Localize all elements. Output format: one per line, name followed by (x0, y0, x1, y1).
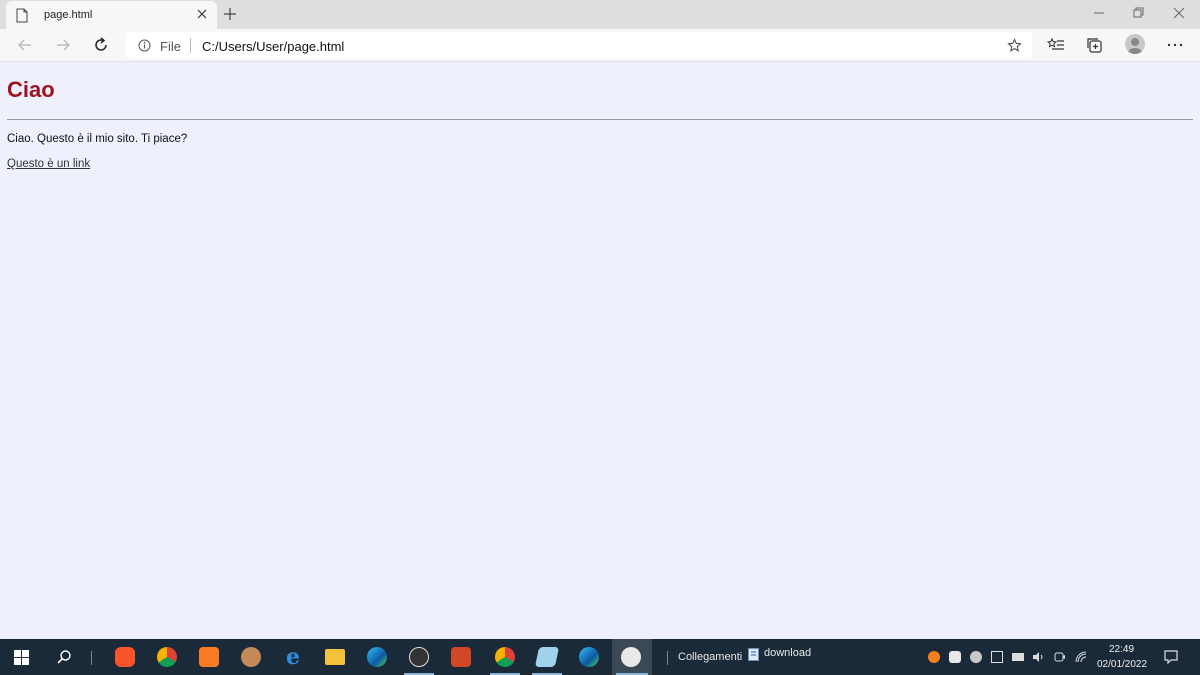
title-bar: page.html (0, 0, 1200, 29)
file-explorer-icon (325, 649, 345, 665)
battery-icon[interactable] (1012, 653, 1024, 661)
taskbar-brave[interactable] (106, 639, 144, 675)
shield-icon[interactable] (949, 651, 961, 663)
tray-app-icon[interactable] (928, 651, 940, 663)
xampp-icon (199, 647, 219, 667)
page-viewport: Ciao Ciao. Questo è il mio sito. Ti piac… (0, 62, 1200, 639)
input-method-icon[interactable] (991, 651, 1003, 663)
windows-taskbar: e Collegamenti download (0, 639, 1200, 675)
brave-icon (115, 647, 135, 667)
edge-icon (367, 647, 387, 667)
w-app-icon (409, 647, 429, 667)
tab-title: page.html (44, 9, 93, 21)
windows-logo-icon (14, 650, 29, 665)
web-icon (241, 647, 261, 667)
taskbar-toolbar-download[interactable]: download (764, 647, 811, 659)
user-icon (1128, 38, 1142, 54)
forward-arrow-icon[interactable] (54, 36, 72, 54)
more-options-icon[interactable] (1166, 36, 1184, 54)
search-icon (57, 650, 71, 664)
restore-icon[interactable] (1132, 6, 1146, 20)
close-window-icon[interactable] (1172, 6, 1186, 20)
volume-icon[interactable] (1032, 651, 1044, 663)
address-scheme: File (160, 39, 181, 54)
w-tray-icon[interactable] (970, 651, 982, 663)
start-button[interactable] (2, 639, 40, 675)
meet-now-icon[interactable] (1054, 651, 1066, 663)
page-heading: Ciao (7, 77, 55, 102)
browser-toolbar: File C:/Users/User/page.html (0, 29, 1200, 62)
taskbar-xampp[interactable] (190, 639, 228, 675)
minimize-icon[interactable] (1092, 6, 1106, 20)
page-link[interactable]: Questo è un link (7, 158, 90, 170)
powerpoint-icon (451, 647, 471, 667)
chrome-icon (157, 647, 177, 667)
taskbar-internet-explorer[interactable]: e (274, 639, 312, 675)
close-tab-icon[interactable] (195, 7, 209, 21)
notes-icon (534, 647, 560, 667)
taskbar-chrome[interactable] (148, 639, 186, 675)
taskbar-powerpoint[interactable] (442, 639, 480, 675)
address-url[interactable]: C:/Users/User/page.html (202, 39, 344, 54)
taskbar-notes[interactable] (528, 639, 566, 675)
edge-icon (579, 647, 599, 667)
favorites-list-icon[interactable] (1047, 36, 1065, 54)
taskbar-w-app[interactable] (400, 639, 438, 675)
search-button[interactable] (44, 639, 82, 675)
internet-explorer-icon: e (286, 644, 300, 670)
taskbar-file-explorer[interactable] (316, 639, 354, 675)
taskbar-clock-date[interactable]: 02/01/2022 (1097, 659, 1147, 670)
address-bar[interactable]: File C:/Users/User/page.html (126, 32, 1032, 59)
browser-tab[interactable]: page.html (6, 1, 217, 29)
photos-icon (621, 647, 641, 667)
info-icon[interactable] (138, 39, 151, 52)
chrome-notification-icon (495, 647, 515, 667)
favorite-star-icon[interactable] (1007, 38, 1022, 53)
taskbar-chrome-2[interactable] (486, 639, 524, 675)
taskbar-web[interactable] (232, 639, 270, 675)
address-separator (190, 38, 191, 53)
taskbar-edge-2[interactable] (570, 639, 608, 675)
wifi-icon[interactable] (1075, 651, 1087, 663)
page-paragraph: Ciao. Questo è il mio sito. Ti piace? (7, 133, 188, 145)
collections-icon[interactable] (1086, 36, 1104, 54)
new-tab-icon[interactable] (222, 6, 238, 22)
download-folder-icon (748, 648, 759, 661)
profile-avatar[interactable] (1125, 34, 1145, 54)
refresh-icon[interactable] (92, 36, 110, 54)
taskbar-divider (91, 651, 92, 665)
horizontal-rule (7, 119, 1193, 120)
document-icon (16, 8, 28, 23)
toolbar-divider (667, 651, 668, 665)
notifications-icon[interactable] (1163, 649, 1179, 665)
taskbar-clock-time[interactable]: 22:49 (1109, 644, 1134, 655)
back-arrow-icon[interactable] (16, 36, 34, 54)
taskbar-toolbar-collegamenti[interactable]: Collegamenti (678, 651, 742, 663)
taskbar-photos[interactable] (612, 639, 652, 675)
taskbar-edge[interactable] (358, 639, 396, 675)
